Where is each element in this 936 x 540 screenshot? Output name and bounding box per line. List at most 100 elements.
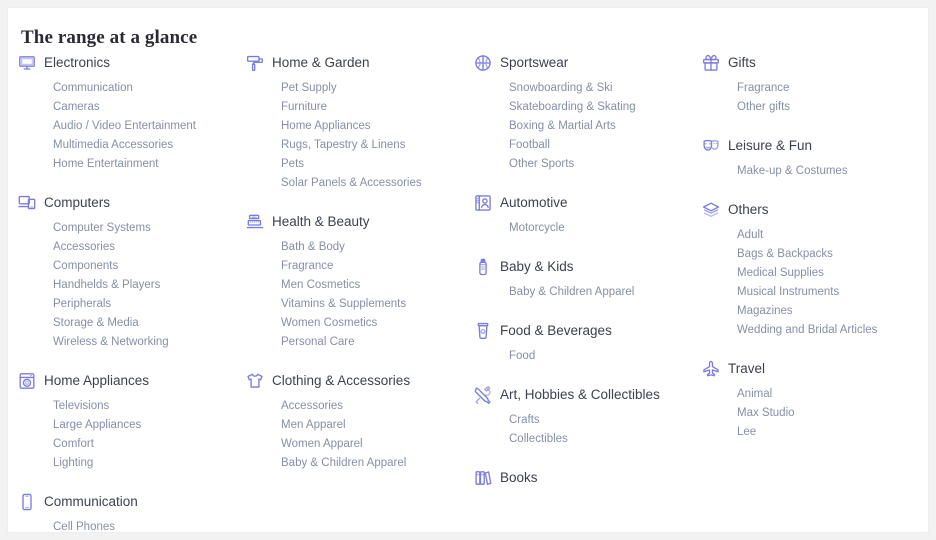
subcategory-list: Make-up & Costumes (702, 162, 928, 181)
subcategory-link[interactable]: Other Sports (474, 155, 702, 174)
category-group-title: Gifts (728, 55, 756, 70)
subcategory-link[interactable]: Communication (18, 79, 246, 98)
category-group: Computers Computer Systems Accessories Comp… (18, 191, 246, 352)
category-group: Leisure & Fun Make-up & Costumes (702, 134, 928, 181)
coffee-cup-icon (474, 320, 500, 342)
subcategory-link[interactable]: Fragrance (246, 257, 474, 276)
subcategory-link[interactable]: Snowboarding & Ski (474, 79, 702, 98)
category-group-header[interactable]: Leisure & Fun (702, 134, 928, 158)
subcategory-link[interactable]: Women Apparel (246, 435, 474, 454)
subcategory-link[interactable]: Personal Care (246, 333, 474, 352)
subcategory-link[interactable]: Audio / Video Entertainment (18, 117, 246, 136)
subcategory-link[interactable]: Accessories (18, 238, 246, 257)
category-group-header[interactable]: Health & Beauty (246, 210, 474, 234)
tshirt-icon (246, 370, 272, 392)
category-group-title: Home Appliances (44, 373, 150, 388)
category-group-title: Food & Beverages (500, 323, 612, 338)
subcategory-link[interactable]: Cameras (18, 98, 246, 117)
subcategory-link[interactable]: Pet Supply (246, 79, 474, 98)
subcategory-link[interactable]: Multimedia Accessories (18, 136, 246, 155)
subcategory-link[interactable]: Storage & Media (18, 314, 246, 333)
subcategory-link[interactable]: Solar Panels & Accessories (246, 174, 474, 193)
category-group-title: Computers (44, 195, 111, 210)
category-group-header[interactable]: Gifts (702, 51, 928, 75)
subcategory-link[interactable]: Men Cosmetics (246, 276, 474, 295)
subcategory-link[interactable]: Food (474, 347, 702, 366)
subcategory-link[interactable]: Furniture (246, 98, 474, 117)
subcategory-link[interactable]: Cell Phones (18, 518, 246, 532)
subcategory-link[interactable]: Medical Supplies (702, 264, 928, 283)
category-group-header[interactable]: Art, Hobbies & Collectibles (474, 383, 702, 407)
subcategory-link[interactable]: Home Entertainment (18, 155, 246, 174)
subcategory-link[interactable]: Animal (702, 385, 928, 404)
category-column-1: Electronics Communication Cameras Audio / V… (18, 51, 246, 532)
subcategory-link[interactable]: Accessories (246, 397, 474, 416)
category-group-header[interactable]: Food & Beverages (474, 319, 702, 343)
category-group-header[interactable]: Electronics (18, 51, 246, 75)
subcategory-link[interactable]: Other gifts (702, 98, 928, 117)
subcategory-link[interactable]: Boxing & Martial Arts (474, 117, 702, 136)
subcategory-link[interactable]: Skateboarding & Skating (474, 98, 702, 117)
subcategory-list: Televisions Large Appliances Comfort Lighti… (18, 397, 246, 473)
subcategory-link[interactable]: Max Studio (702, 404, 928, 423)
subcategory-link[interactable]: Baby & Children Apparel (474, 283, 702, 302)
subcategory-link[interactable]: Components (18, 257, 246, 276)
subcategory-link[interactable]: Vitamins & Supplements (246, 295, 474, 314)
subcategory-link[interactable]: Computer Systems (18, 219, 246, 238)
category-group-header[interactable]: Home & Garden (246, 51, 474, 75)
category-column-2: Home & Garden Pet Supply Furniture Home App… (246, 51, 474, 473)
category-group: Home Appliances Televisions Large Applianc… (18, 369, 246, 473)
subcategory-link[interactable]: Men Apparel (246, 416, 474, 435)
category-column-3: Sportswear Snowboarding & Ski Skateboardin… (474, 51, 702, 494)
subcategory-link[interactable]: Pets (246, 155, 474, 174)
subcategory-link[interactable]: Baby & Children Apparel (246, 454, 474, 473)
subcategory-link[interactable]: Home Appliances (246, 117, 474, 136)
subcategory-link[interactable]: Lee (702, 423, 928, 442)
subcategory-list: Fragrance Other gifts (702, 79, 928, 117)
category-columns: Electronics Communication Cameras Audio / V… (18, 51, 923, 532)
airplane-icon (702, 358, 728, 380)
subcategory-link[interactable]: Peripherals (18, 295, 246, 314)
baby-bottle-icon (474, 256, 500, 278)
category-group-header[interactable]: Others (702, 198, 928, 222)
category-group-header[interactable]: Books (474, 466, 702, 490)
category-group-header[interactable]: Travel (702, 357, 928, 381)
subcategory-link[interactable]: Fragrance (702, 79, 928, 98)
subcategory-link[interactable]: Magazines (702, 302, 928, 321)
subcategory-link[interactable]: Large Appliances (18, 416, 246, 435)
category-group-header[interactable]: Automotive (474, 191, 702, 215)
subcategory-link[interactable]: Lighting (18, 454, 246, 473)
subcategory-link[interactable]: Motorcycle (474, 219, 702, 238)
car-door-icon (474, 192, 500, 214)
category-group: Food & Beverages Food (474, 319, 702, 366)
subcategory-link[interactable]: Football (474, 136, 702, 155)
subcategory-link[interactable]: Televisions (18, 397, 246, 416)
category-group: Sportswear Snowboarding & Ski Skateboardin… (474, 51, 702, 174)
tools-icon (474, 384, 500, 406)
category-group-header[interactable]: Sportswear (474, 51, 702, 75)
subcategory-link[interactable]: Adult (702, 226, 928, 245)
subcategory-link[interactable]: Bags & Backpacks (702, 245, 928, 264)
subcategory-link[interactable]: Make-up & Costumes (702, 162, 928, 181)
subcategory-link[interactable]: Bath & Body (246, 238, 474, 257)
subcategory-link[interactable]: Musical Instruments (702, 283, 928, 302)
category-group-header[interactable]: Communication (18, 490, 246, 514)
category-group-title: Art, Hobbies & Collectibles (500, 387, 660, 402)
subcategory-link[interactable]: Comfort (18, 435, 246, 454)
subcategory-link[interactable]: Wedding and Bridal Articles (702, 321, 928, 340)
category-group-title: Sportswear (500, 55, 569, 70)
washing-machine-icon (18, 370, 44, 392)
category-group-header[interactable]: Computers (18, 191, 246, 215)
subcategory-link[interactable]: Rugs, Tapestry & Linens (246, 136, 474, 155)
category-group-title: Health & Beauty (272, 214, 370, 229)
subcategory-link[interactable]: Wireless & Networking (18, 333, 246, 352)
category-group-header[interactable]: Clothing & Accessories (246, 369, 474, 393)
subcategory-link[interactable]: Women Cosmetics (246, 314, 474, 333)
subcategory-link[interactable]: Crafts (474, 411, 702, 430)
subcategory-link[interactable]: Collectibles (474, 430, 702, 449)
subcategory-link[interactable]: Handhelds & Players (18, 276, 246, 295)
category-group-header[interactable]: Home Appliances (18, 369, 246, 393)
category-group-header[interactable]: Baby & Kids (474, 255, 702, 279)
category-column-4: Gifts Fragrance Other gifts Leisure & Fun Ma… (702, 51, 928, 442)
subcategory-list: Adult Bags & Backpacks Medical Supplies Mus… (702, 226, 928, 340)
